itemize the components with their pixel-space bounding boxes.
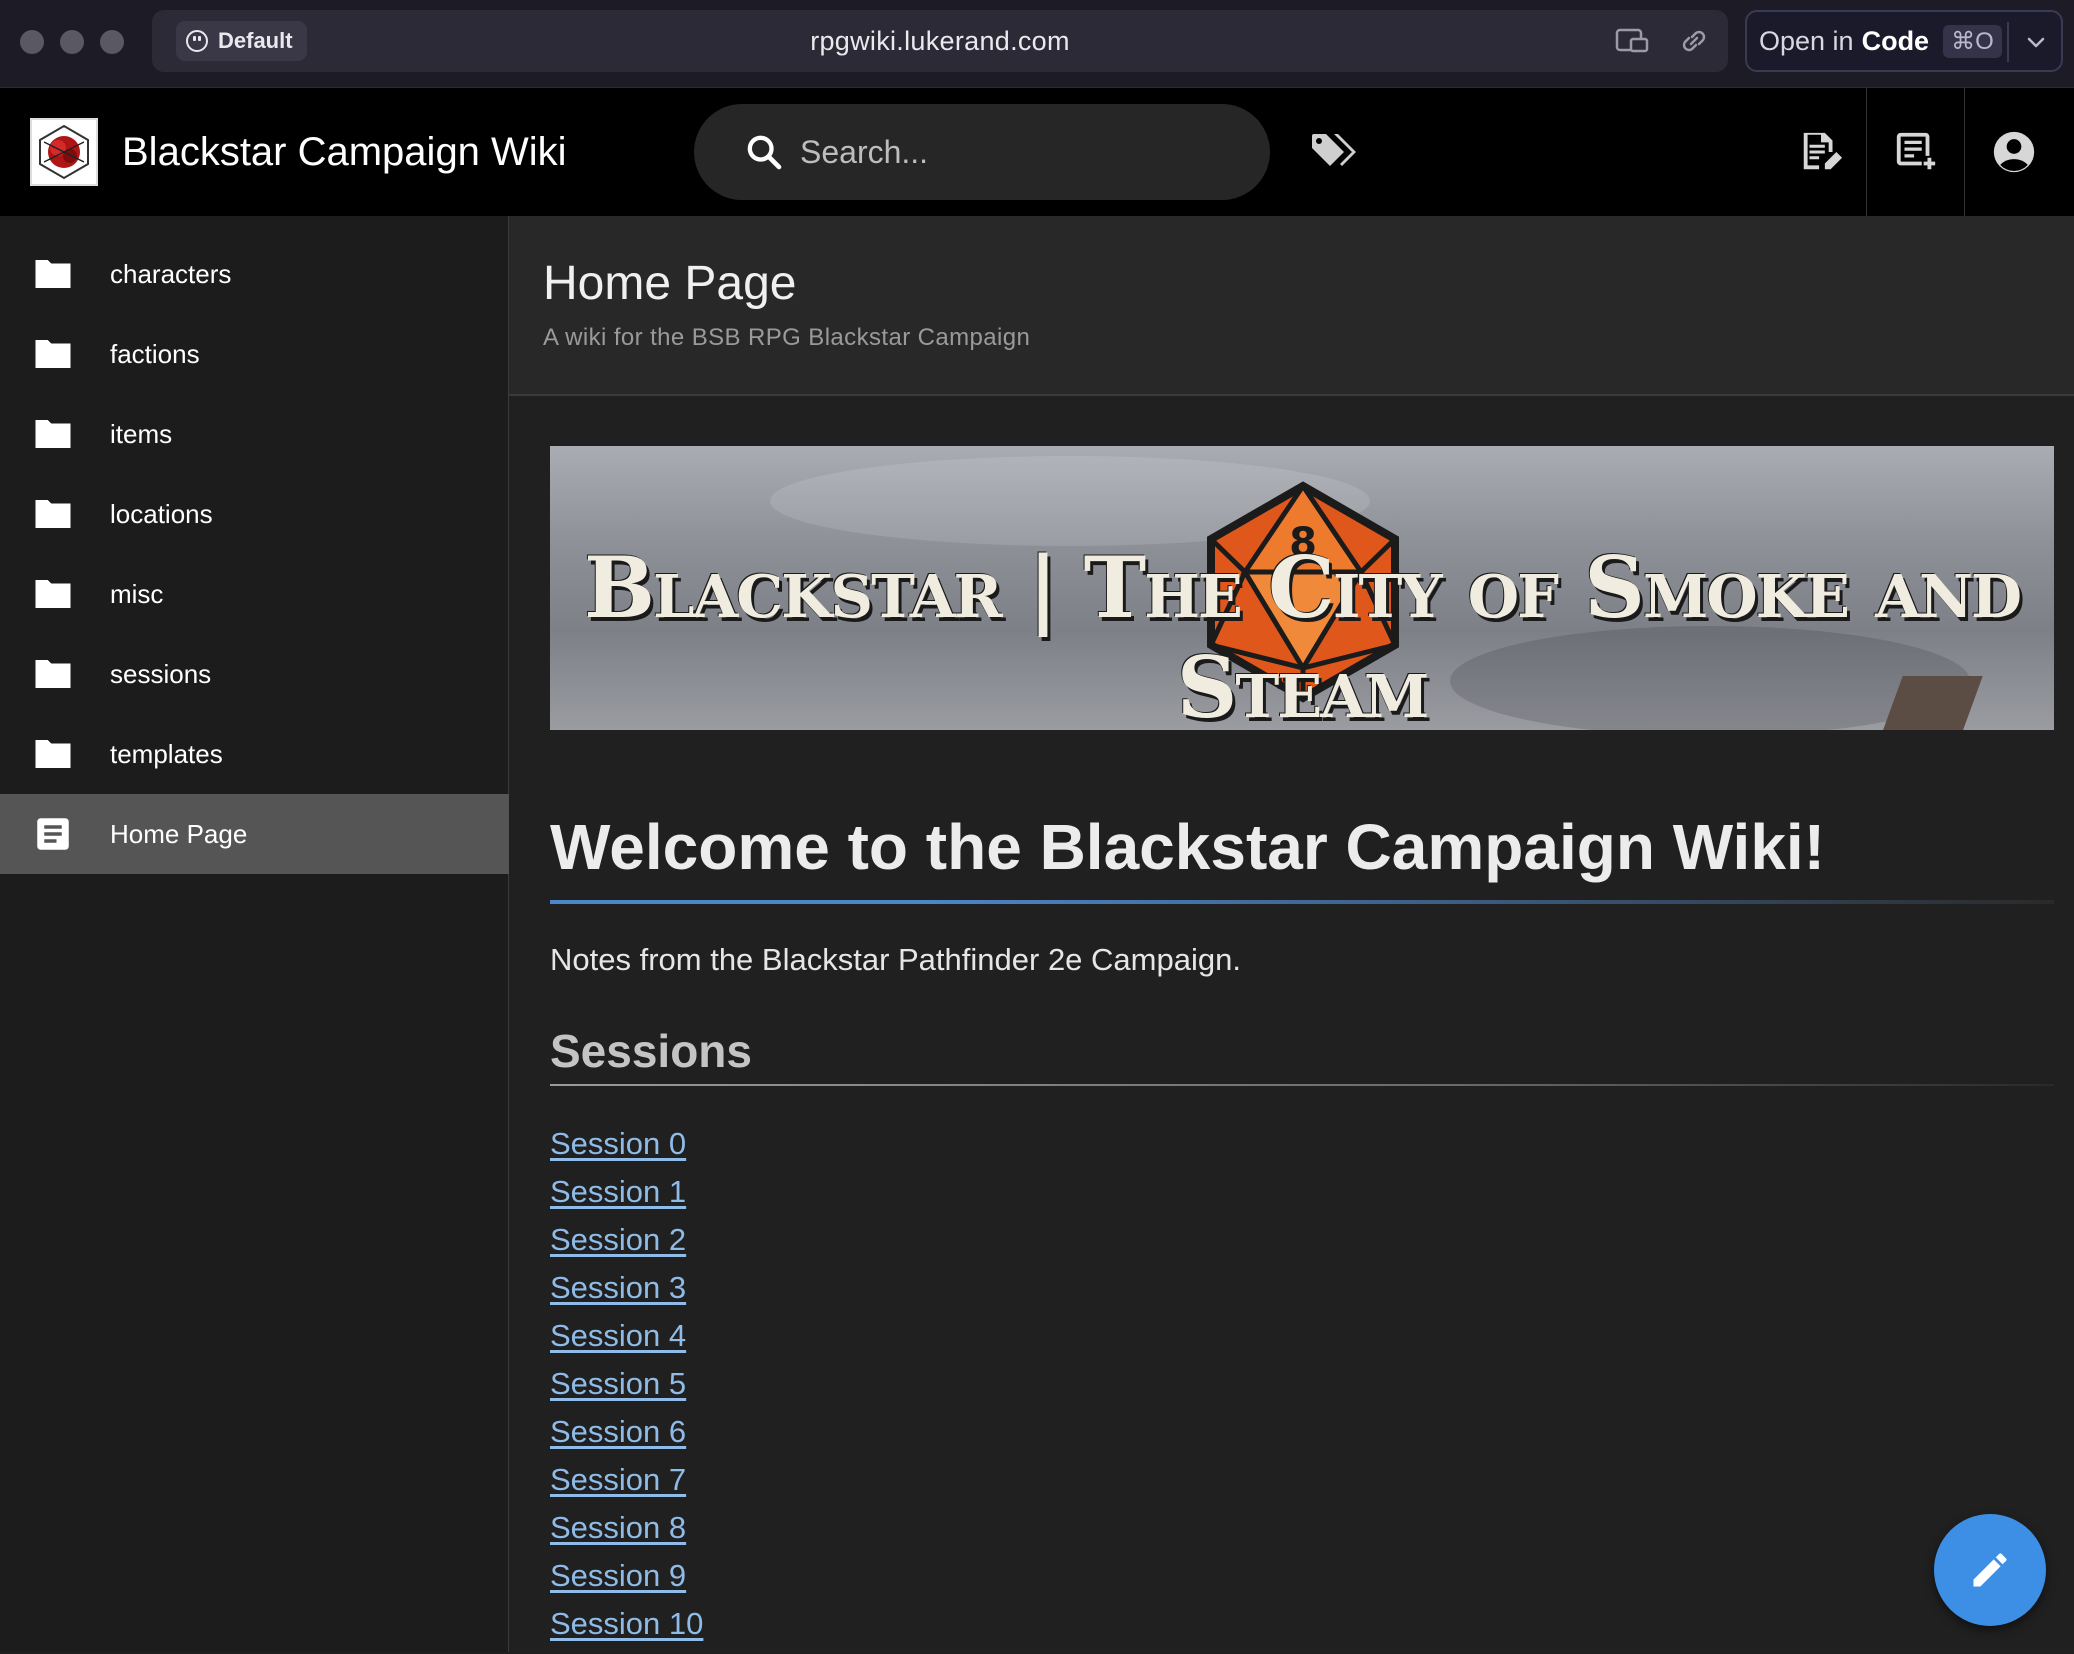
account-button[interactable] [1965, 88, 2062, 216]
edit-fab-button[interactable] [1934, 1514, 2046, 1626]
url-text[interactable]: rpgwiki.lukerand.com [152, 10, 1728, 72]
session-link[interactable]: Session 4 [550, 1318, 686, 1353]
search-input[interactable] [798, 132, 1238, 172]
page-title: Home Page [543, 257, 797, 310]
folder-icon [35, 580, 71, 608]
main-content: Home Page A wiki for the BSB RPG Blackst… [509, 216, 2074, 1652]
copy-link-icon[interactable] [1676, 24, 1712, 58]
list-item: Session 10 [550, 1600, 703, 1648]
open-in-app-label: Code [1861, 25, 1930, 56]
folder-icon [35, 260, 71, 288]
sidebar-item-items[interactable]: items [0, 394, 509, 474]
folder-icon [35, 740, 71, 768]
session-link[interactable]: Session 0 [550, 1126, 686, 1161]
sidebar-item-sessions[interactable]: sessions [0, 634, 509, 714]
folder-icon [35, 500, 71, 528]
session-link[interactable]: Session 5 [550, 1366, 686, 1401]
site-logo[interactable] [30, 118, 98, 186]
tags-icon[interactable] [1308, 128, 1356, 176]
document-icon [37, 818, 69, 850]
picture-in-picture-icon[interactable] [1614, 24, 1650, 58]
session-link[interactable]: Session 10 [550, 1606, 703, 1641]
page-description: A wiki for the BSB RPG Blackstar Campaig… [543, 324, 1031, 351]
session-link[interactable]: Session 6 [550, 1414, 686, 1449]
pencil-icon [1973, 1553, 2007, 1587]
sidebar-item-locations[interactable]: locations [0, 474, 509, 554]
campaign-banner-image: 8 Blackstar | The City of Smoke and Stea… [550, 446, 2054, 730]
shortcut-badge: ⌘O [1943, 24, 2002, 58]
session-link[interactable]: Session 7 [550, 1462, 686, 1497]
minimize-window-button[interactable] [60, 30, 84, 54]
blackstar-logo-icon [39, 124, 89, 180]
welcome-heading: Welcome to the Blackstar Campaign Wiki! [550, 811, 1825, 883]
list-item: Session 9 [550, 1552, 703, 1600]
session-link[interactable]: Session 9 [550, 1558, 686, 1593]
list-item: Session 0 [550, 1120, 703, 1168]
sidebar-item-templates[interactable]: templates [0, 714, 509, 794]
list-item: Session 8 [550, 1504, 703, 1552]
new-note-icon [1896, 132, 1937, 172]
list-item: Session 4 [550, 1312, 703, 1360]
new-page-button[interactable] [1867, 88, 1964, 216]
chevron-down-icon[interactable] [2021, 28, 2051, 58]
folder-icon [35, 660, 71, 688]
address-bar[interactable]: Default rpgwiki.lukerand.com [152, 10, 1728, 72]
edit-document-icon [1803, 132, 1842, 170]
session-link[interactable]: Session 1 [550, 1174, 686, 1209]
sessions-heading: Sessions [550, 1025, 752, 1077]
list-item: Session 2 [550, 1216, 703, 1264]
list-item: Session 6 [550, 1408, 703, 1456]
sidebar: characters factions items locations misc… [0, 216, 509, 1652]
edit-page-button[interactable] [1772, 88, 1869, 216]
page-header: Home Page A wiki for the BSB RPG Blackst… [509, 216, 2074, 396]
heading-underline [550, 900, 2054, 904]
sidebar-item-home-page[interactable]: Home Page [0, 794, 509, 874]
app-header: Blackstar Campaign Wiki [0, 88, 2074, 216]
intro-text: Notes from the Blackstar Pathfinder 2e C… [550, 942, 1241, 977]
open-in-label: Open in [1759, 25, 1854, 56]
sidebar-item-misc[interactable]: misc [0, 554, 509, 634]
search-icon [747, 135, 782, 170]
session-link[interactable]: Session 8 [550, 1510, 686, 1545]
folder-icon [35, 340, 71, 368]
session-link[interactable]: Session 3 [550, 1270, 686, 1305]
browser-chrome: Default rpgwiki.lukerand.com Open in Cod… [0, 0, 2074, 88]
site-title[interactable]: Blackstar Campaign Wiki [122, 88, 567, 216]
search-box[interactable] [694, 104, 1270, 200]
banner-text: Blackstar | The City of Smoke and Steam [583, 538, 2022, 730]
list-item: Session 5 [550, 1360, 703, 1408]
close-window-button[interactable] [20, 30, 44, 54]
open-in-code-button[interactable]: Open in Code ⌘O [1745, 10, 2063, 72]
list-item: Session 7 [550, 1456, 703, 1504]
folder-icon [35, 420, 71, 448]
session-link[interactable]: Session 2 [550, 1222, 686, 1257]
sessions-underline [550, 1084, 2054, 1086]
list-item: Session 3 [550, 1264, 703, 1312]
maximize-window-button[interactable] [100, 30, 124, 54]
sidebar-item-characters[interactable]: characters [0, 234, 509, 314]
sessions-list: Session 0 Session 1 Session 2 Session 3 … [550, 1120, 703, 1648]
list-item: Session 1 [550, 1168, 703, 1216]
account-circle-icon [1993, 131, 2034, 173]
sidebar-item-factions[interactable]: factions [0, 314, 509, 394]
